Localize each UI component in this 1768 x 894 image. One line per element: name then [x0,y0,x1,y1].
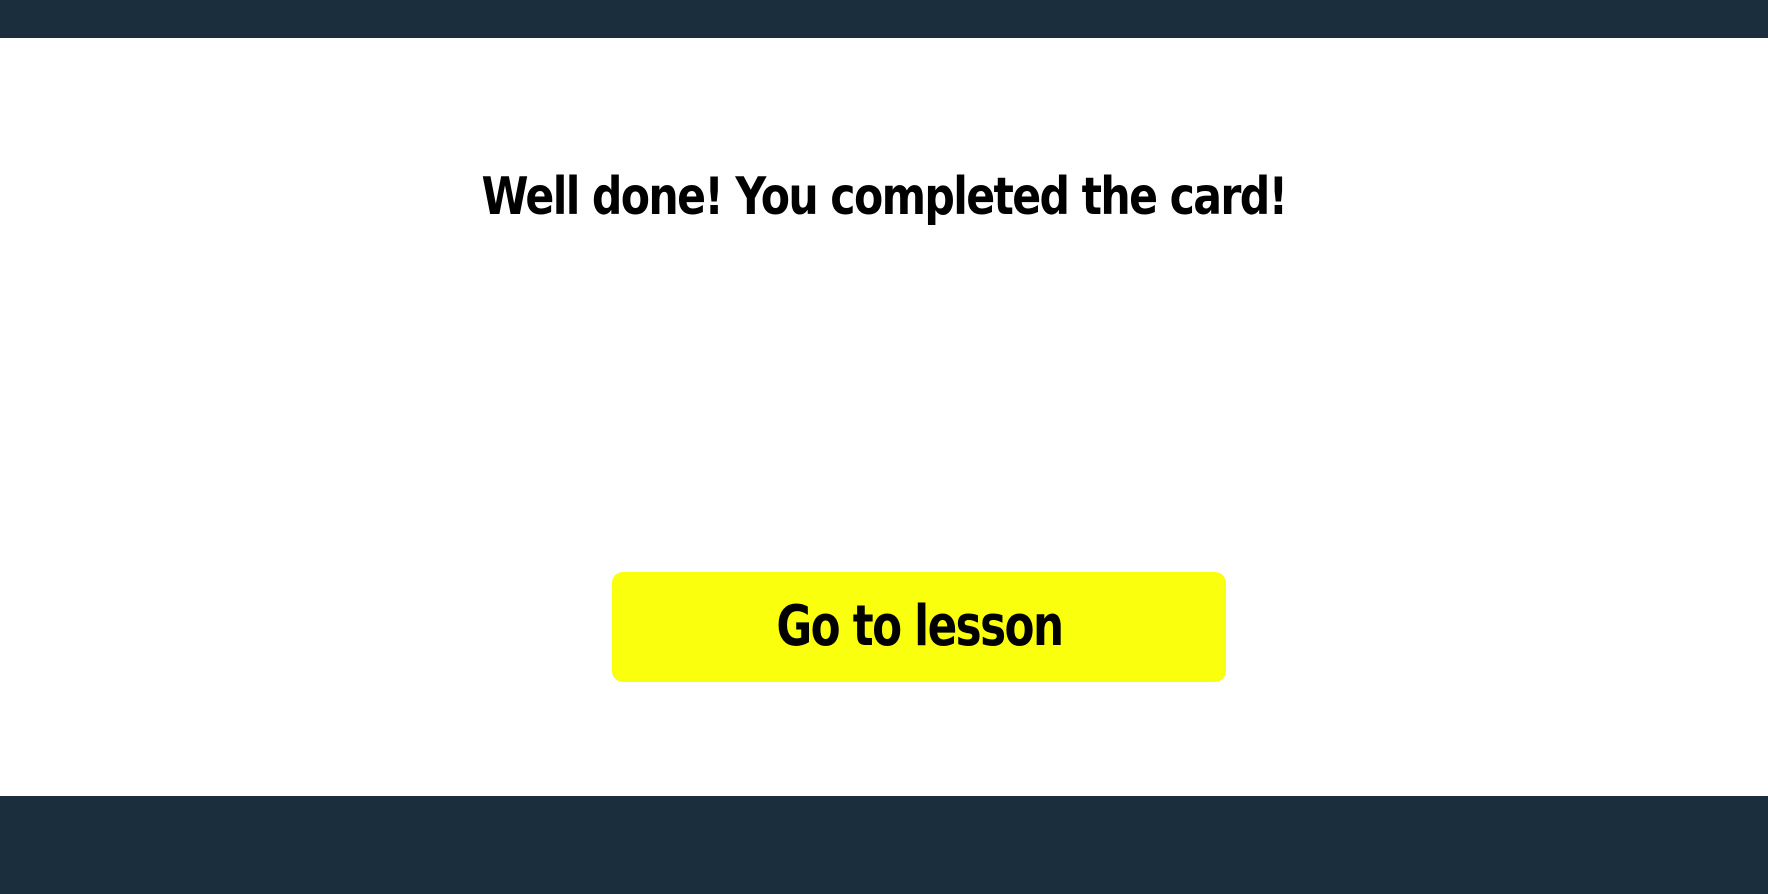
completion-message: Well done! You completed the card! [481,167,1289,227]
top-bar [0,0,1768,38]
bottom-bar [0,796,1768,894]
go-to-lesson-label: Go to lesson [775,594,1064,659]
completion-screen [0,38,1768,796]
go-to-lesson-button[interactable]: Go to lesson [612,572,1226,682]
